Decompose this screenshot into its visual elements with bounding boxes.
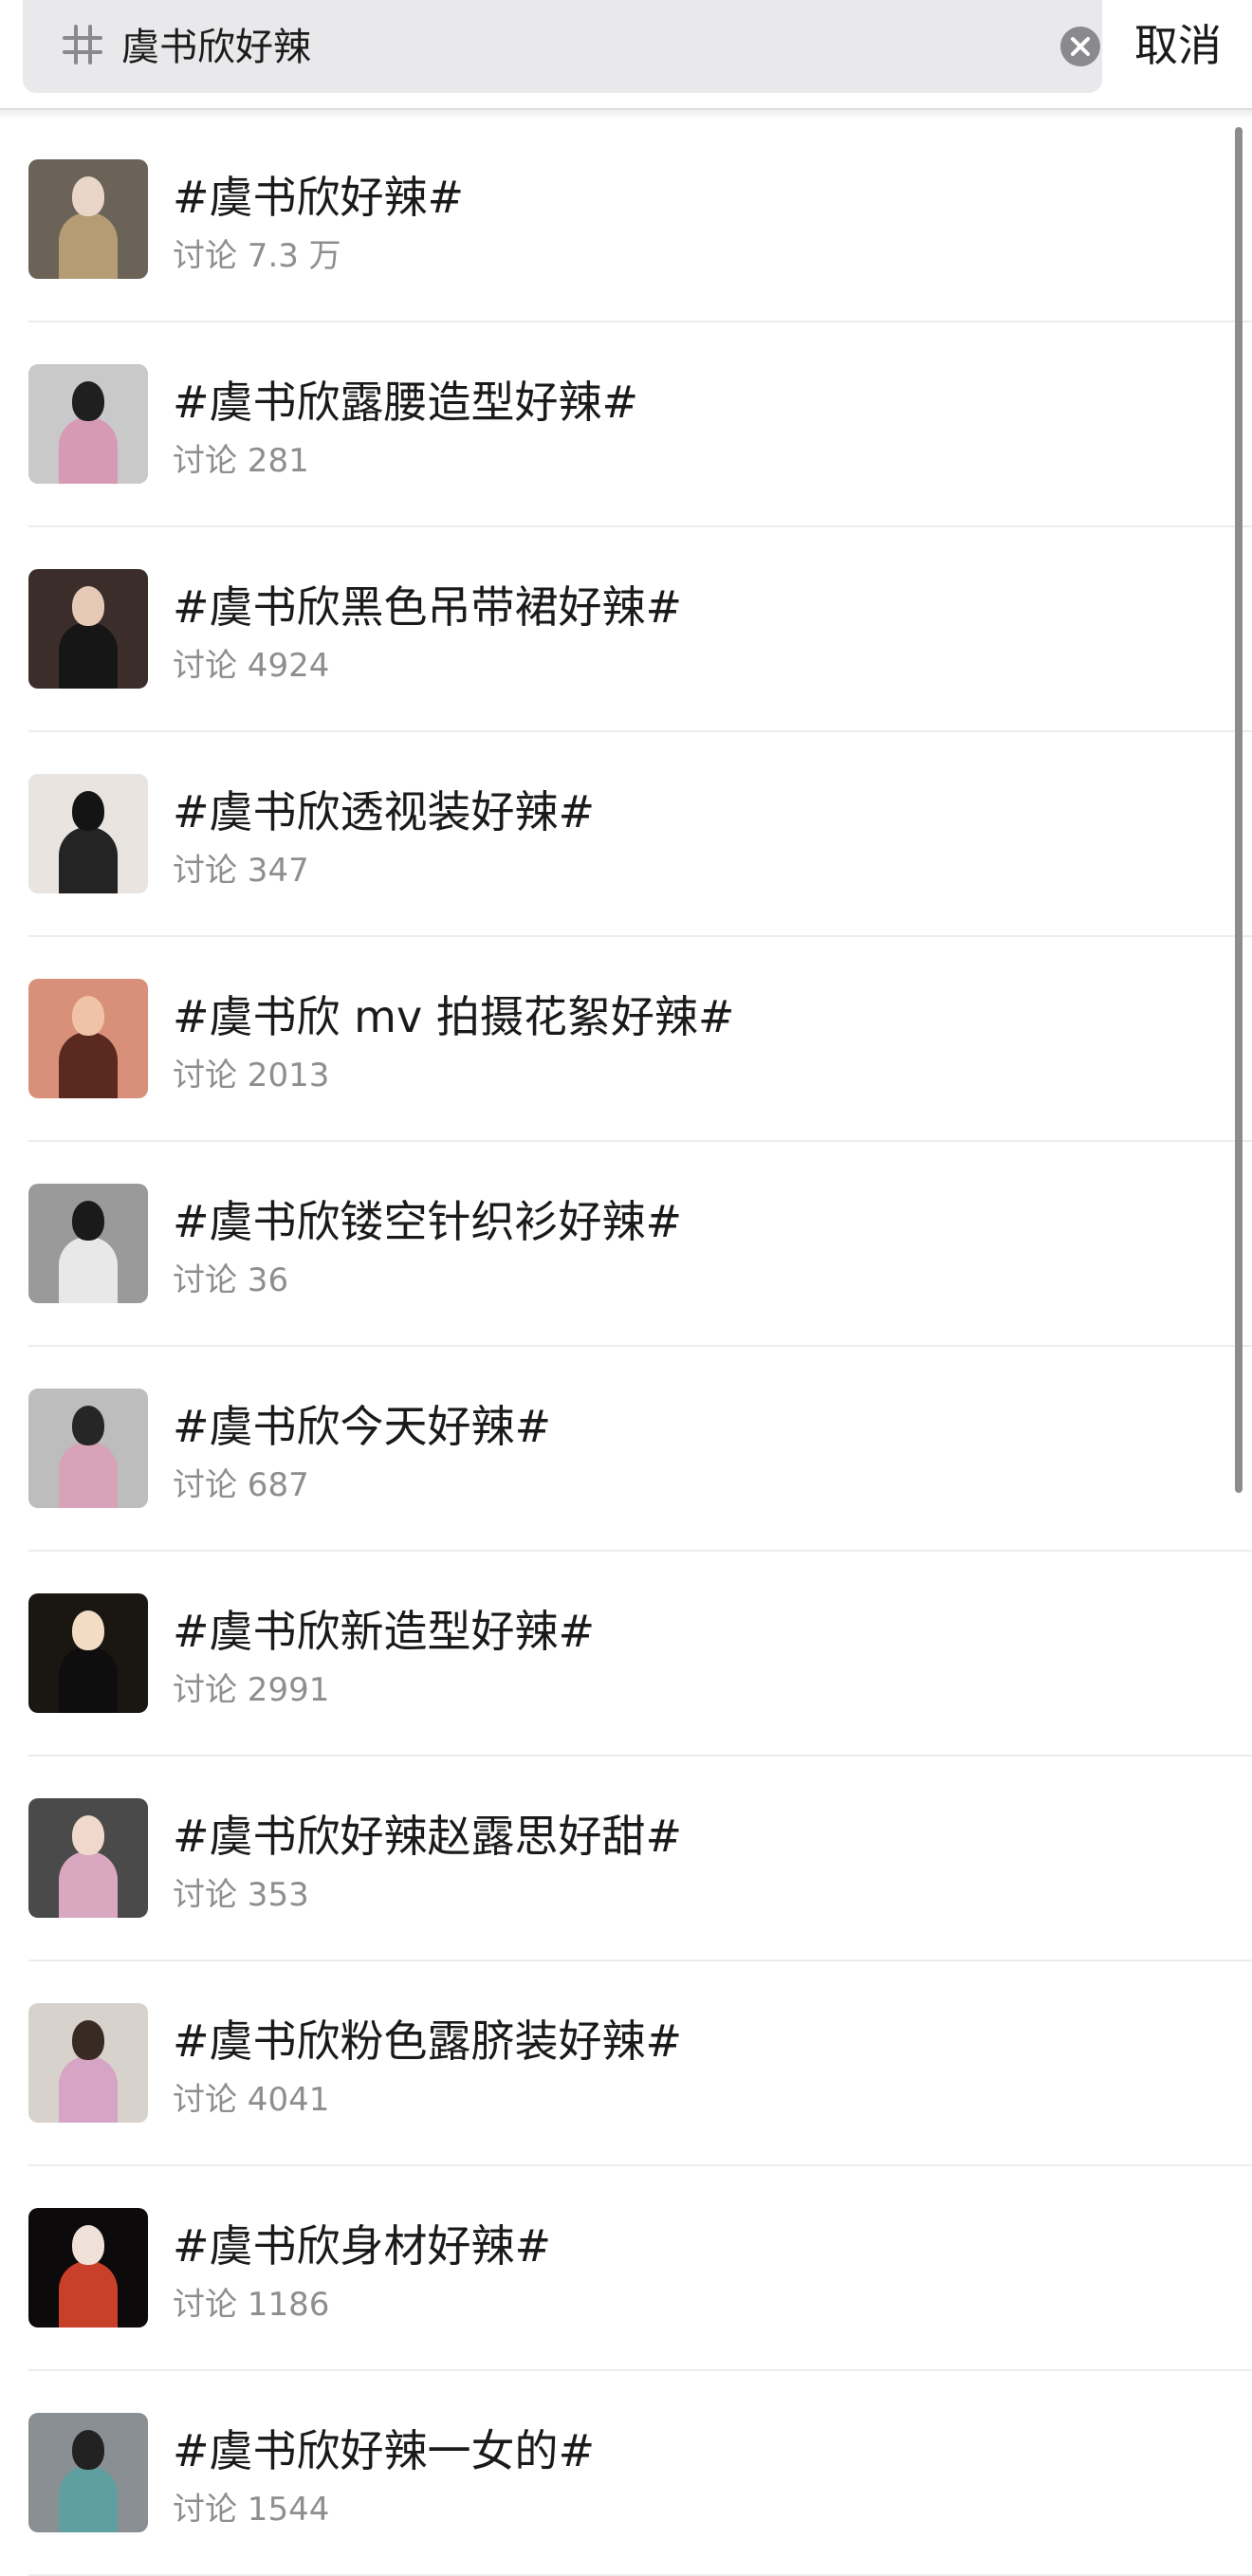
topic-discussion-count: 讨论 4924 <box>173 647 330 685</box>
topic-row[interactable]: #虞书欣黑色吊带裙好辣# 讨论 4924 <box>0 527 1252 732</box>
topic-thumbnail <box>28 364 148 484</box>
topic-title: #虞书欣好辣# <box>173 172 465 223</box>
scrollbar[interactable] <box>1235 127 1243 1493</box>
topic-title: #虞书欣好辣一女的# <box>173 2425 596 2476</box>
clear-icon[interactable] <box>1060 27 1100 66</box>
topic-title: #虞书欣透视装好辣# <box>173 786 596 837</box>
topic-row[interactable]: #虞书欣好辣一女的# 讨论 1544 <box>0 2371 1252 2576</box>
topic-thumbnail <box>28 1389 148 1508</box>
topic-discussion-count: 讨论 4041 <box>173 2081 330 2119</box>
topic-discussion-count: 讨论 7.3 万 <box>173 237 341 275</box>
topic-row[interactable]: #虞书欣今天好辣# 讨论 687 <box>0 1347 1252 1552</box>
topic-discussion-count: 讨论 36 <box>173 1261 289 1299</box>
topic-row[interactable]: #虞书欣新造型好辣# 讨论 2991 <box>0 1552 1252 1757</box>
cancel-button[interactable]: 取消 <box>1134 15 1222 76</box>
topic-title: #虞书欣镂空针织衫好辣# <box>173 1196 683 1247</box>
topic-discussion-count: 讨论 353 <box>173 1876 309 1914</box>
topic-thumbnail <box>28 2413 148 2532</box>
topic-row[interactable]: #虞书欣粉色露脐装好辣# 讨论 4041 <box>0 1961 1252 2166</box>
topic-row[interactable]: #虞书欣好辣赵露思好甜# 讨论 353 <box>0 1757 1252 1961</box>
search-query-text[interactable]: 虞书欣好辣 <box>121 23 311 72</box>
topic-row[interactable]: #虞书欣好辣# 讨论 7.3 万 <box>0 118 1252 322</box>
topic-thumbnail <box>28 159 148 279</box>
topic-row[interactable]: #虞书欣镂空针织衫好辣# 讨论 36 <box>0 1142 1252 1347</box>
topic-discussion-count: 讨论 347 <box>173 852 309 890</box>
search-input[interactable]: 虞书欣好辣 <box>23 0 1102 93</box>
topic-thumbnail <box>28 774 148 893</box>
search-header: 虞书欣好辣 取消 <box>0 0 1252 110</box>
topic-title: #虞书欣露腰造型好辣# <box>173 377 639 428</box>
hash-icon <box>63 25 102 64</box>
topic-thumbnail <box>28 1184 148 1303</box>
topic-title: #虞书欣 mv 拍摄花絮好辣# <box>173 991 735 1042</box>
topic-discussion-count: 讨论 2013 <box>173 1057 330 1095</box>
topic-thumbnail <box>28 979 148 1098</box>
topic-row[interactable]: #虞书欣透视装好辣# 讨论 347 <box>0 732 1252 937</box>
topic-title: #虞书欣今天好辣# <box>173 1401 552 1452</box>
topic-title: #虞书欣新造型好辣# <box>173 1606 596 1657</box>
topic-title: #虞书欣身材好辣# <box>173 2220 552 2272</box>
topic-row[interactable]: #虞书欣身材好辣# 讨论 1186 <box>0 2166 1252 2371</box>
topic-thumbnail <box>28 1798 148 1918</box>
topic-discussion-count: 讨论 687 <box>173 1466 309 1504</box>
topic-discussion-count: 讨论 281 <box>173 442 309 480</box>
topic-thumbnail <box>28 2208 148 2328</box>
topic-discussion-count: 讨论 1186 <box>173 2286 330 2324</box>
topic-row[interactable]: #虞书欣 mv 拍摄花絮好辣# 讨论 2013 <box>0 937 1252 1142</box>
topic-thumbnail <box>28 2003 148 2123</box>
topic-thumbnail <box>28 1593 148 1713</box>
topic-thumbnail <box>28 569 148 689</box>
topic-title: #虞书欣粉色露脐装好辣# <box>173 2015 683 2067</box>
topic-title: #虞书欣好辣赵露思好甜# <box>173 1811 683 1862</box>
topic-title: #虞书欣黑色吊带裙好辣# <box>173 581 683 633</box>
topic-discussion-count: 讨论 2991 <box>173 1671 330 1709</box>
topic-discussion-count: 讨论 1544 <box>173 2491 330 2529</box>
topic-row[interactable]: #虞书欣露腰造型好辣# 讨论 281 <box>0 322 1252 527</box>
